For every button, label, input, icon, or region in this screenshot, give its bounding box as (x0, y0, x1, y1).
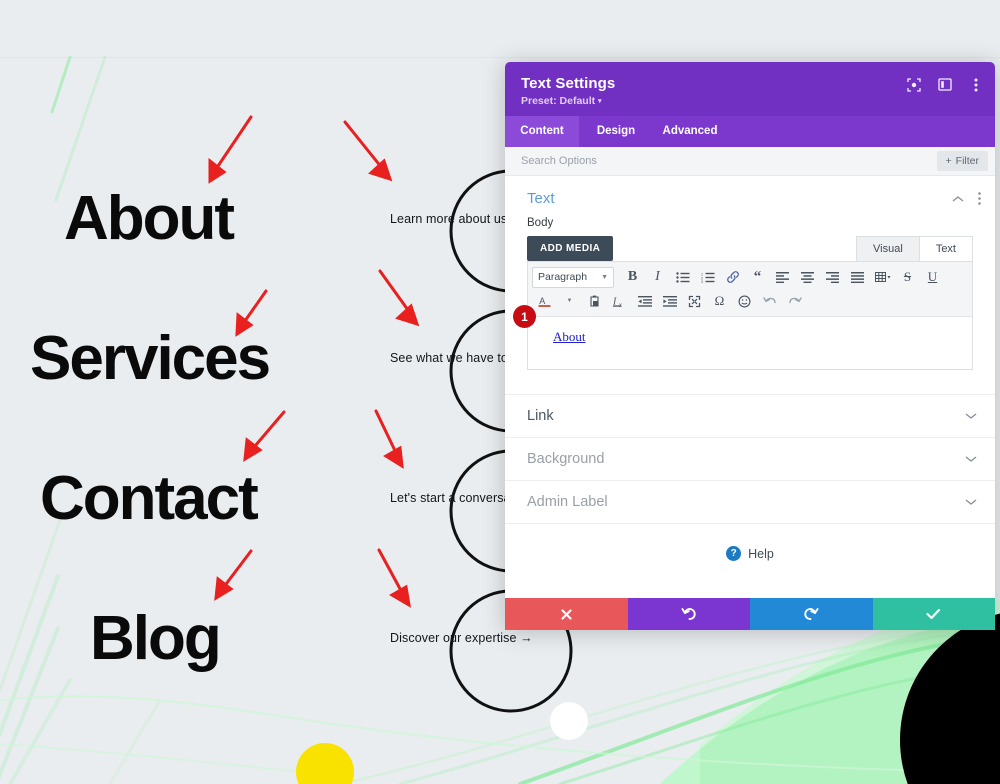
redo-icon (804, 608, 819, 620)
align-left-icon[interactable] (770, 266, 795, 288)
redo-icon[interactable] (782, 290, 807, 312)
panel-header-icons (906, 77, 983, 92)
chevron-down-icon (965, 455, 977, 463)
panel-body: Text Body ADD MEDIA Visual Text Paragrap… (505, 176, 995, 598)
add-media-row: ADD MEDIA Visual Text (527, 236, 973, 261)
body-field-block: Body ADD MEDIA Visual Text Paragraph ▼ B (505, 217, 995, 370)
chevron-down-icon (965, 412, 977, 420)
undo-icon (681, 608, 696, 620)
undo-button[interactable] (627, 598, 750, 630)
tab-text[interactable]: Text (919, 236, 973, 261)
link-icon[interactable] (720, 266, 745, 288)
nav-heading-about[interactable]: About (64, 188, 235, 250)
section-background[interactable]: Background (505, 437, 995, 480)
section-admin-label-label: Admin Label (527, 494, 608, 510)
svg-text:3: 3 (701, 280, 703, 283)
paragraph-format-value: Paragraph (538, 271, 588, 283)
editor-toolbar: Paragraph ▼ B I 123 “ S U A ▼ I x Ω (528, 262, 972, 317)
indent-icon[interactable] (657, 290, 682, 312)
text-settings-panel: Text Settings Preset: Default ▾ Content … (505, 62, 995, 630)
help-label: Help (748, 546, 774, 561)
nav-heading-contact[interactable]: Contact (40, 468, 259, 530)
special-character-icon[interactable]: Ω (707, 290, 732, 312)
search-input[interactable] (521, 155, 937, 167)
bold-icon[interactable]: B (620, 266, 645, 288)
step-badge-1: 1 (513, 305, 536, 328)
panel-footer (505, 598, 995, 630)
panel-layout-icon[interactable] (937, 77, 952, 92)
paragraph-format-select[interactable]: Paragraph ▼ (532, 266, 614, 288)
nav-heading-blog[interactable]: Blog (90, 608, 222, 670)
nav-sublabel-blog[interactable]: Discover our expertise → (390, 631, 533, 645)
tab-advanced[interactable]: Advanced (653, 116, 727, 147)
filter-button[interactable]: + Filter (936, 151, 988, 171)
section-admin-label[interactable]: Admin Label (505, 480, 995, 523)
align-right-icon[interactable] (820, 266, 845, 288)
nav-heading-services[interactable]: Services (30, 328, 271, 390)
outdent-icon[interactable] (632, 290, 657, 312)
blockquote-icon[interactable]: “ (745, 266, 770, 288)
fullscreen-icon[interactable] (682, 290, 707, 312)
editor-content-area[interactable]: 1 About (513, 305, 972, 369)
wysiwyg-editor: Paragraph ▼ B I 123 “ S U A ▼ I x Ω 1 Ab… (513, 261, 973, 370)
section-link[interactable]: Link (505, 394, 995, 437)
section-background-label: Background (527, 451, 605, 467)
tab-visual[interactable]: Visual (856, 236, 920, 261)
tab-design[interactable]: Design (579, 116, 653, 147)
editor-toolbar-row-2: A ▼ Ix Ω (532, 289, 968, 313)
body-field-label: Body (527, 217, 554, 229)
undo-icon[interactable] (757, 290, 782, 312)
strikethrough-icon[interactable]: S (895, 266, 920, 288)
help-icon: ? (726, 546, 742, 561)
chevron-down-icon (965, 498, 977, 506)
chevron-down-icon: ▼ (601, 273, 608, 281)
panel-header: Text Settings Preset: Default ▾ (505, 62, 995, 116)
nav-sublabel-about[interactable]: Learn more about us → (390, 212, 523, 226)
emoji-icon[interactable] (732, 290, 757, 312)
add-media-button[interactable]: ADD MEDIA (527, 236, 614, 261)
panel-tabs: Content Design Advanced (505, 116, 995, 147)
numbered-list-icon[interactable]: 123 (695, 266, 720, 288)
preset-selector[interactable]: Preset: Default ▾ (521, 95, 979, 107)
text-section-header: Text (505, 176, 995, 217)
focus-icon[interactable] (906, 77, 921, 92)
svg-text:A: A (539, 296, 545, 306)
editor-toolbar-row-1: Paragraph ▼ B I 123 “ S U (532, 265, 968, 289)
editor-mode-tabs: Visual Text (856, 236, 973, 261)
text-section-title: Text (527, 190, 555, 207)
svg-text:x: x (619, 303, 622, 308)
bulleted-list-icon[interactable] (670, 266, 695, 288)
text-color-icon[interactable]: A (532, 290, 557, 312)
plus-icon: + (945, 155, 952, 167)
save-button[interactable] (872, 598, 995, 630)
clear-formatting-icon[interactable]: Ix (607, 290, 632, 312)
chevron-up-icon[interactable] (952, 195, 964, 203)
more-options-icon[interactable] (968, 77, 983, 92)
chevron-down-icon[interactable]: ▼ (557, 290, 582, 312)
align-justify-icon[interactable] (845, 266, 870, 288)
chevron-down-icon: ▾ (598, 98, 602, 105)
redo-button[interactable] (750, 598, 873, 630)
section-more-options-icon[interactable] (978, 192, 981, 205)
align-center-icon[interactable] (795, 266, 820, 288)
search-options-row: + Filter (505, 147, 995, 176)
editor-link-about[interactable]: About (553, 329, 586, 344)
preset-label: Preset: Default (521, 95, 596, 107)
underline-icon[interactable]: U (920, 266, 945, 288)
section-link-label: Link (527, 408, 554, 424)
tab-content[interactable]: Content (505, 116, 579, 147)
filter-button-label: Filter (955, 155, 979, 167)
close-icon (561, 608, 572, 620)
paste-as-text-icon[interactable] (582, 290, 607, 312)
table-icon[interactable] (870, 266, 895, 288)
italic-icon[interactable]: I (645, 266, 670, 288)
cancel-button[interactable] (505, 598, 628, 630)
checkmark-icon (926, 608, 941, 620)
help-row[interactable]: ? Help (505, 523, 995, 583)
